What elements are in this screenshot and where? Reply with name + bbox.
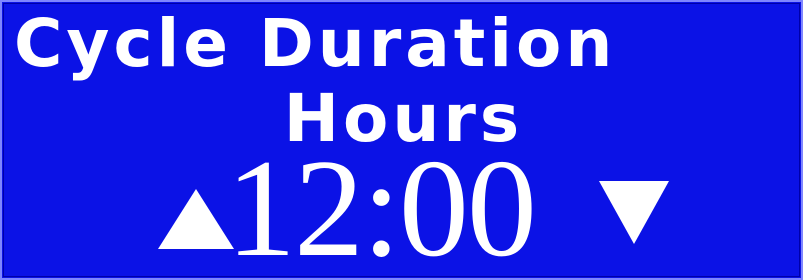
screen-title: Cycle Duration [14,5,617,82]
arrow-up-icon[interactable] [158,189,234,249]
cycle-duration-screen: Cycle Duration Hours 12:00 [0,0,803,280]
duration-stepper: 12:00 [2,139,801,278]
duration-value: 12:00 [226,131,537,280]
arrow-down-icon[interactable] [599,181,669,244]
